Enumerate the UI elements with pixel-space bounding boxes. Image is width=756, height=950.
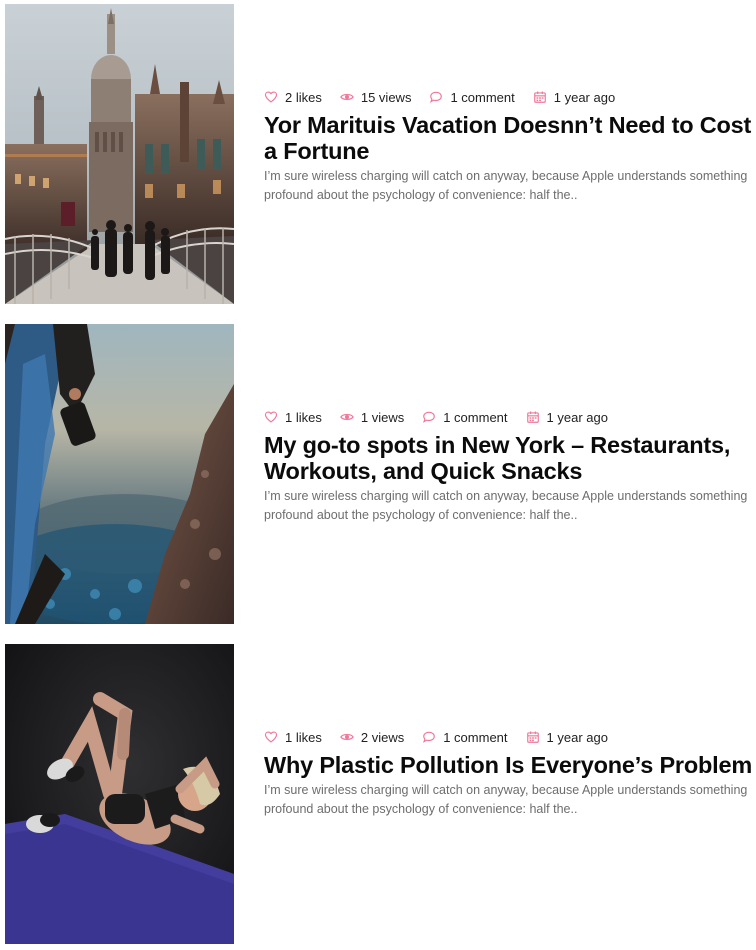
comments-meta[interactable]: 1 comment [422, 729, 508, 745]
post-excerpt: I’m sure wireless charging will catch on… [264, 169, 748, 202]
heart-icon [264, 411, 278, 423]
post-meta: 2 likes 15 views 1 comment 1 year ago [264, 88, 755, 106]
heart-icon [264, 731, 278, 743]
views-meta: 1 views [340, 410, 404, 425]
comments-meta[interactable]: 1 comment [422, 409, 508, 425]
post-title[interactable]: Yor Marituis Vacation Doesnn’t Need to C… [264, 112, 755, 164]
hiker-cliff-photo [5, 324, 234, 624]
woman-workout-mat-photo [5, 644, 234, 944]
comment-bubble-icon [423, 731, 436, 743]
views-count: 2 views [360, 729, 405, 745]
views-count: 1 views [360, 409, 405, 425]
calendar-icon [526, 411, 539, 423]
post-title[interactable]: Why Plastic Pollution Is Everyone’s Prob… [264, 752, 755, 778]
comments-count: 1 comment [450, 89, 515, 105]
eye-icon [340, 94, 354, 100]
likes-meta[interactable]: 1 likes [264, 410, 322, 425]
post-body: 2 likes 15 views 1 comment 1 year ago Yo… [264, 88, 755, 204]
calendar-icon [533, 91, 546, 103]
comment-bubble-icon [430, 91, 443, 103]
date-meta: 1 year ago [526, 410, 608, 425]
date-meta: 1 year ago [526, 730, 608, 745]
comment-bubble-icon [423, 411, 436, 423]
likes-count: 2 likes [285, 89, 322, 105]
post-card: 1 likes 1 views 1 comment 1 year ago My … [5, 324, 755, 624]
eye-icon [340, 734, 354, 740]
post-date: 1 year ago [546, 729, 608, 745]
post-meta: 1 likes 1 views 1 comment 1 year ago [264, 408, 755, 426]
eye-icon [340, 414, 354, 420]
comments-count: 1 comment [443, 409, 508, 425]
views-meta: 2 views [340, 730, 404, 745]
likes-meta[interactable]: 1 likes [264, 730, 322, 745]
likes-meta[interactable]: 2 likes [264, 90, 322, 105]
post-title[interactable]: My go-to spots in New York – Restaurants… [264, 432, 755, 484]
post-meta: 1 likes 2 views 1 comment 1 year ago [264, 728, 755, 746]
post-date: 1 year ago [553, 89, 616, 105]
post-thumbnail-link[interactable] [5, 4, 234, 304]
views-count: 15 views [360, 89, 412, 105]
post-date: 1 year ago [546, 409, 608, 425]
heart-icon [264, 91, 278, 103]
post-body: 1 likes 2 views 1 comment 1 year ago Why… [264, 728, 755, 818]
date-meta: 1 year ago [533, 90, 615, 105]
post-excerpt: I’m sure wireless charging will catch on… [264, 783, 748, 816]
london-bridge-cathedral-photo [5, 4, 234, 304]
calendar-icon [526, 731, 539, 743]
likes-count: 1 likes [285, 729, 322, 745]
post-excerpt: I’m sure wireless charging will catch on… [264, 489, 748, 522]
post-card: 2 likes 15 views 1 comment 1 year ago Yo… [5, 4, 755, 304]
post-card: 1 likes 2 views 1 comment 1 year ago Why… [5, 644, 755, 944]
post-thumbnail-link[interactable] [5, 644, 234, 944]
post-body: 1 likes 1 views 1 comment 1 year ago My … [264, 408, 755, 524]
post-thumbnail-link[interactable] [5, 324, 234, 624]
comments-count: 1 comment [443, 729, 508, 745]
views-meta: 15 views [340, 89, 412, 105]
likes-count: 1 likes [285, 409, 322, 425]
comments-meta[interactable]: 1 comment [429, 89, 515, 105]
